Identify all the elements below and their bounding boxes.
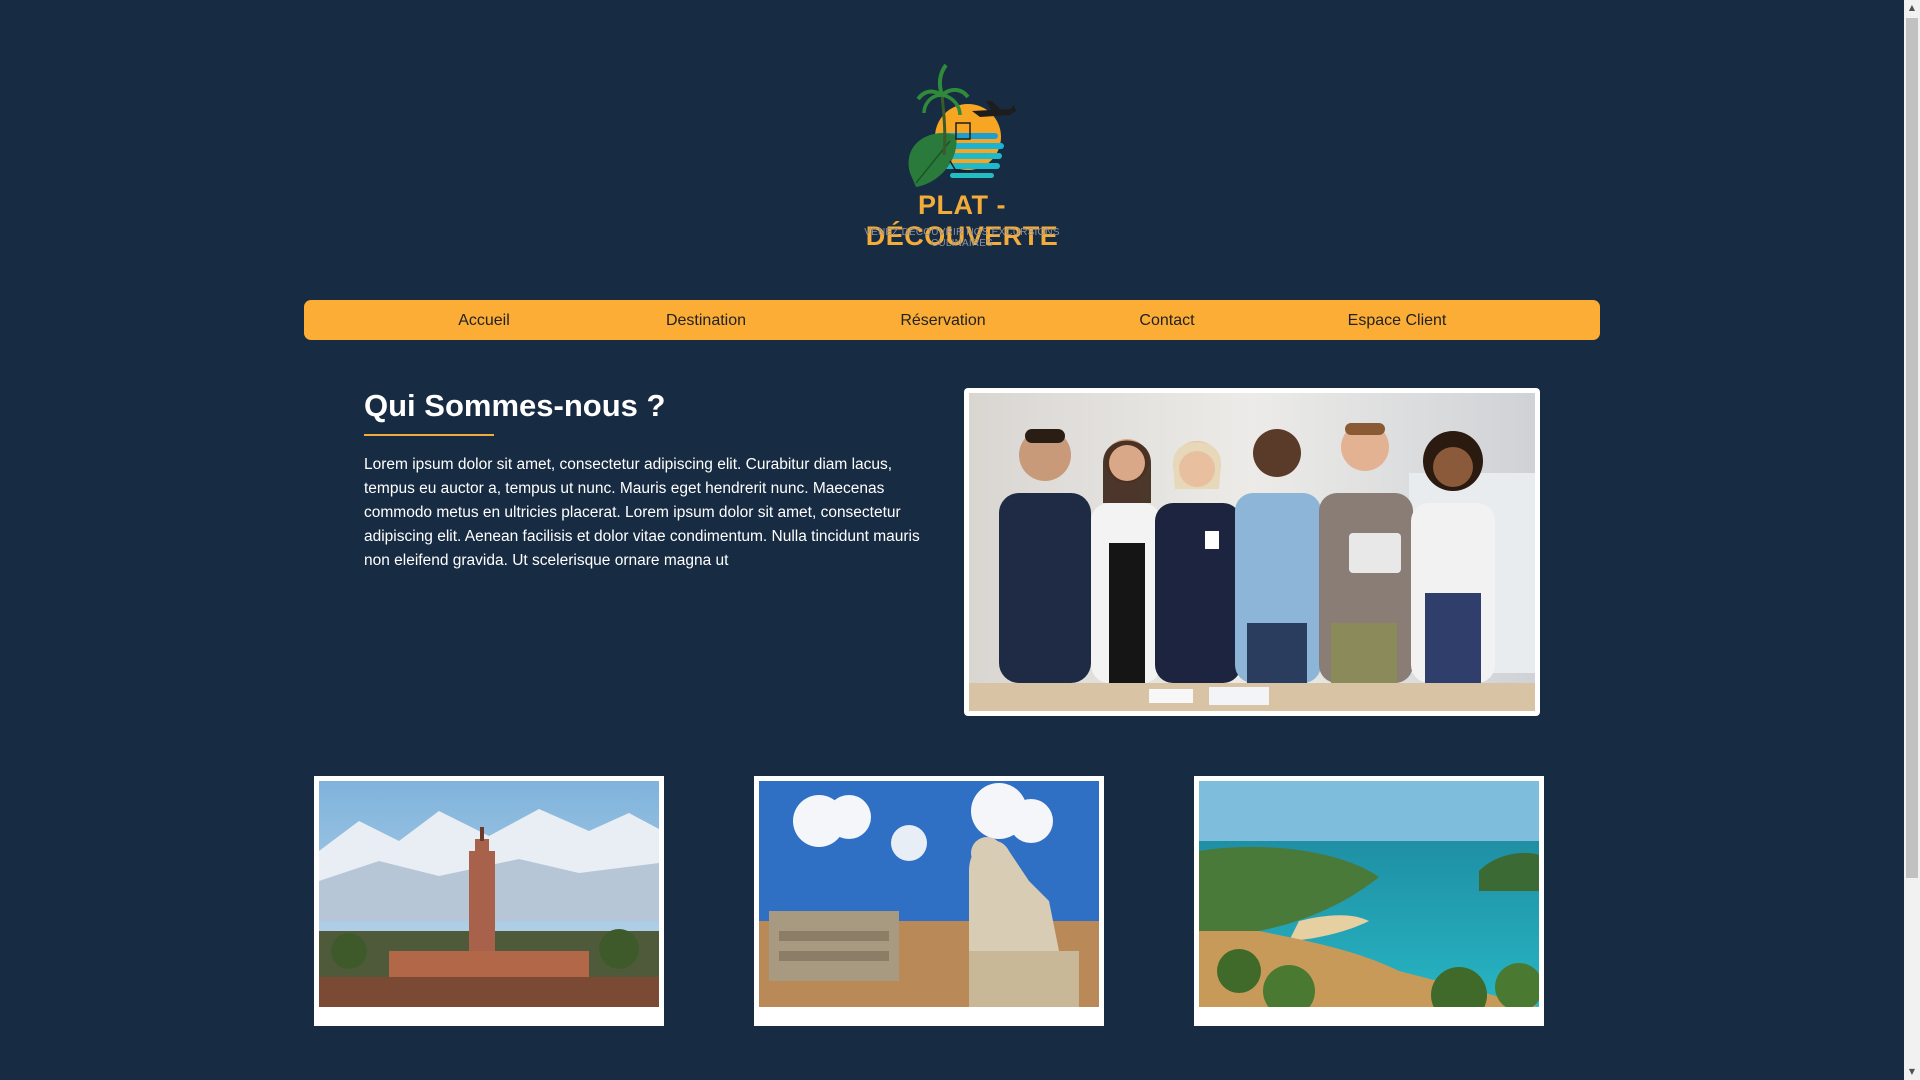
page-scrollbar[interactable]: ▲ ▼ bbox=[1904, 0, 1920, 1080]
site-logo[interactable]: PLAT - DÉCOUVERTE VENEZ DÉCOUVRIR NOS EX… bbox=[832, 55, 1092, 251]
destination-image-coast bbox=[1199, 781, 1539, 1007]
destination-card-marrakech[interactable] bbox=[314, 776, 664, 1026]
destination-card-coast[interactable] bbox=[1194, 776, 1544, 1026]
page: PLAT - DÉCOUVERTE VENEZ DÉCOUVRIR NOS EX… bbox=[0, 0, 1920, 1080]
scroll-down-icon[interactable]: ▼ bbox=[1904, 1064, 1920, 1080]
destination-card-delos[interactable] bbox=[754, 776, 1104, 1026]
nav-item-destination[interactable]: Destination bbox=[666, 300, 746, 340]
destination-image-delos bbox=[759, 781, 1099, 1007]
about-title: Qui Sommes-nous ? bbox=[364, 388, 666, 423]
about-text: Lorem ipsum dolor sit amet, consectetur … bbox=[364, 456, 920, 569]
team-photo-image bbox=[969, 393, 1535, 711]
nav-item-reservation[interactable]: Réservation bbox=[900, 300, 985, 340]
logo-tagline: VENEZ DÉCOUVRIR NOS EXCURSIONS CULINAIRE… bbox=[864, 227, 1060, 249]
main-navigation: Accueil Destination Réservation Contact … bbox=[304, 300, 1600, 340]
scroll-up-icon[interactable]: ▲ bbox=[1904, 0, 1920, 16]
destination-image-marrakech bbox=[319, 781, 659, 1007]
team-photo bbox=[964, 388, 1540, 716]
scroll-thumb[interactable] bbox=[1906, 18, 1918, 878]
nav-item-accueil[interactable]: Accueil bbox=[458, 300, 510, 340]
nav-item-contact[interactable]: Contact bbox=[1139, 300, 1194, 340]
logo-emblem-icon bbox=[908, 63, 1016, 187]
nav-item-espace-client[interactable]: Espace Client bbox=[1348, 300, 1447, 340]
about-title-underline bbox=[364, 434, 494, 436]
